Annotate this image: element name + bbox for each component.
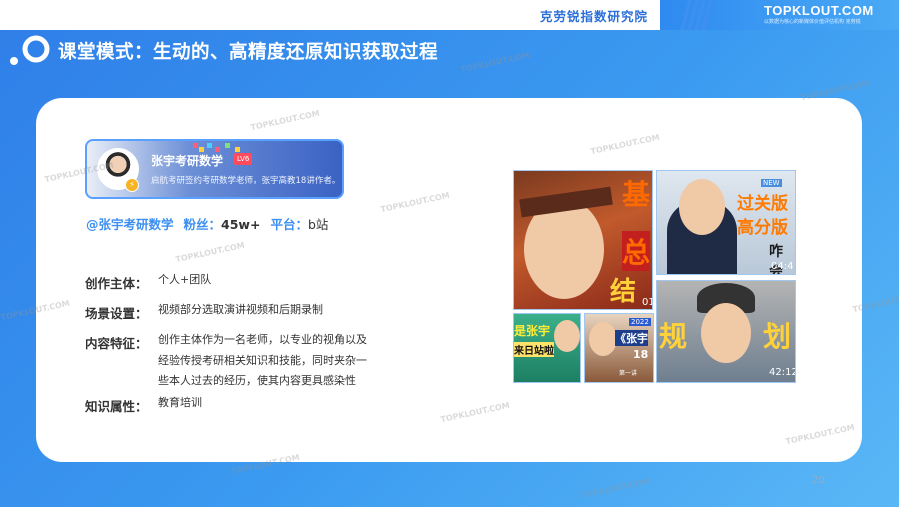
face-image	[554, 320, 580, 352]
thumb-text: 总	[622, 231, 651, 271]
platform-label: 平台：	[270, 217, 308, 232]
page-title: 课堂模式：生动的、高精度还原知识获取过程	[58, 42, 439, 63]
brand-logo-text: TOPKLOUT.COM	[764, 3, 874, 18]
lightning-icon: ⚡	[125, 178, 139, 192]
creator-profile-banner[interactable]: ⚡ 张宇考研数学 LV6 启航考研签约考研数学老师，张宇高教18讲作者。	[85, 139, 344, 199]
creator-stats: @张宇考研数学 粉丝：45w+ 平台：b站	[86, 214, 338, 233]
video-thumbnail[interactable]: 2022 《张宇 18 第一讲	[584, 313, 654, 383]
face-image	[589, 322, 617, 356]
attr-label-content: 内容特征：	[85, 336, 148, 351]
attr-value-content-line: 创作主体作为一名老师，以专业的视角以及	[158, 333, 367, 346]
logo-circle-icon	[10, 35, 50, 65]
attr-value-content-line: 些本人过去的经历，使其内容更具感染性	[158, 374, 356, 387]
attr-value-content: 创作主体作为一名老师，以专业的视角以及 经验传授考研相关知识和技能，同时夹杂一 …	[158, 330, 367, 392]
top-bar: 克劳锐指数研究院 TOPKLOUT.COM 以数据为核心的新媒体价值评估机构 克…	[0, 0, 899, 30]
fans-label: 粉丝：	[183, 217, 222, 232]
thumb-text: 基	[622, 178, 651, 211]
thumb-text: 2022	[629, 318, 651, 326]
attr-label-scene: 场景设置：	[85, 306, 148, 321]
face-image	[679, 179, 725, 235]
new-badge: NEW	[761, 179, 782, 187]
video-duration: 01	[642, 297, 652, 308]
thumb-text: 第一讲	[619, 370, 638, 377]
creator-description: 启航考研签约考研数学老师，张宇高教18讲作者。	[151, 176, 341, 186]
video-thumbnail[interactable]: 是张宇 来日站啦	[513, 313, 581, 383]
creator-handle: @张宇考研数学	[86, 217, 174, 232]
attr-value-creator: 个人+团队	[158, 273, 212, 286]
thumb-text: 是张宇	[514, 324, 551, 338]
thumb-text: 过关版	[737, 194, 788, 214]
platform-value: b站	[307, 217, 329, 232]
face-image	[701, 303, 751, 363]
attr-value-content-line: 经验传授考研相关知识和技能，同时夹杂一	[158, 353, 367, 367]
thumb-text: 18	[633, 348, 649, 361]
level-badge: LV6	[234, 153, 253, 165]
institute-name: 克劳锐指数研究院	[540, 9, 649, 24]
thumb-text: 规	[659, 320, 688, 353]
video-thumbnail[interactable]: NEW 过关版 高分版 咋会 04:4	[656, 170, 796, 275]
stripe-decoration	[680, 0, 713, 30]
fans-value: 45w+	[221, 217, 261, 232]
video-thumbnail[interactable]: 基 总 结 01	[513, 170, 653, 310]
attr-value-scene: 视频部分选取演讲视频和后期录制	[158, 303, 323, 316]
thumb-text: 划	[763, 320, 792, 353]
attr-label-knowledge: 知识属性：	[85, 399, 148, 414]
video-duration: 04:4	[771, 261, 794, 272]
page-number: 20	[812, 475, 825, 486]
attr-value-knowledge: 教育培训	[158, 396, 202, 409]
creator-name[interactable]: 张宇考研数学	[151, 152, 223, 169]
video-duration: 42:12	[769, 367, 796, 378]
thumb-text: 《张宇	[615, 330, 648, 346]
video-thumbnail[interactable]: 规 划 42:12	[656, 280, 796, 383]
brand-subtitle: 以数据为核心的新媒体价值评估机构 克劳锐	[764, 19, 861, 25]
attr-label-creator: 创作主体：	[85, 276, 148, 291]
thumb-text: 来日站啦	[514, 342, 554, 357]
watermark: TOPKLOUT.COM	[459, 50, 531, 75]
thumb-text: 高分版	[737, 218, 788, 238]
thumb-text: 结	[610, 277, 637, 307]
watermark: TOPKLOUT.COM	[579, 476, 651, 501]
